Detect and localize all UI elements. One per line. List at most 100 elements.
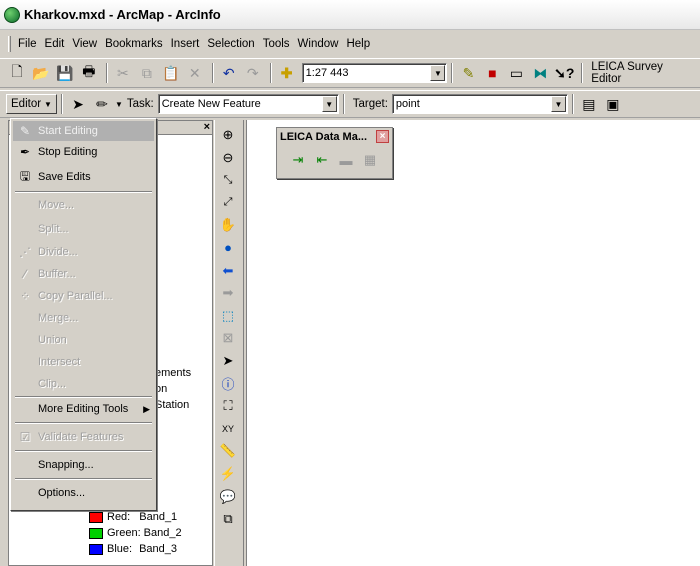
toolbar-separator [342,94,345,114]
arctoolbox-icon[interactable]: ■ [481,62,503,84]
stop-edit-icon: ✒ [19,145,31,159]
menu-item-stop-editing[interactable]: ✒ Stop Editing [13,142,154,162]
chevron-down-icon[interactable]: ▼ [550,96,566,112]
print-icon[interactable]: 🖶 [78,62,100,84]
leica-window-titlebar[interactable]: LEICA Data Ma... × [277,128,392,145]
menu-view[interactable]: View [68,36,101,52]
toolbar-separator [60,94,63,114]
edit-tool-arrow-icon[interactable]: ➤ [67,93,89,115]
menu-bookmarks[interactable]: Bookmarks [101,36,167,52]
menu-item-merge[interactable]: Merge... [13,308,154,328]
measure-icon[interactable]: 📏 [217,440,239,462]
menu-item-options[interactable]: Options... [13,483,154,503]
task-combo[interactable]: Create New Feature ▼ [157,94,339,114]
whats-this-icon[interactable]: ➘? [553,62,575,84]
zoom-out-icon[interactable]: ⊖ [217,147,239,169]
menu-item-buffer[interactable]: ⁄ Buffer... [13,264,154,284]
editor-dropdown-menu: ✎ Start Editing ✒ Stop Editing 🖫 Save Ed… [10,118,157,511]
editor-menu-button[interactable]: Editor ▼ [6,94,57,114]
menu-selection[interactable]: Selection [203,36,258,52]
zoom-in-icon[interactable]: ⊕ [217,124,239,146]
sketch-tool-pencil-icon[interactable]: ✏ [91,93,113,115]
disabled-tool-icon[interactable]: ▦ [359,149,381,171]
chevron-down-icon[interactable]: ▼ [115,100,123,109]
menu-insert[interactable]: Insert [167,36,204,52]
paste-icon[interactable]: 📋 [160,62,182,84]
menu-item-union[interactable]: Union [13,330,154,350]
select-features-icon[interactable]: ⬚ [217,305,239,327]
title-bar: Kharkov.mxd - ArcMap - ArcInfo [0,0,700,30]
select-elements-icon[interactable]: ➤ [217,350,239,372]
new-document-icon[interactable]: 🗋 [6,62,28,84]
menu-bar: File Edit View Bookmarks Insert Selectio… [0,33,700,55]
hyperlink-icon[interactable]: ⚡ [217,463,239,485]
sketch-properties-icon[interactable]: ▣ [602,93,624,115]
go-to-xy-icon[interactable]: XY [217,418,239,440]
menubar-grip[interactable] [8,36,11,52]
redo-icon[interactable]: ↷ [242,62,264,84]
menu-item-save-edits[interactable]: 🖫 Save Edits [13,167,154,187]
fixed-zoom-out-icon[interactable]: ⤢ [217,192,239,214]
menu-item-move[interactable]: Move... [13,195,154,215]
attributes-icon[interactable]: ▤ [578,93,600,115]
legend-row-blue: Blue: Band_3 [89,543,177,555]
menu-item-snapping[interactable]: Snapping... [13,455,154,475]
command-line-icon[interactable]: ▭ [505,62,527,84]
toc-layer-text[interactable]: ements [155,367,191,379]
leica-survey-editor-label[interactable]: LEICA Survey Editor [591,61,696,85]
import-icon[interactable]: ⇥ [287,149,309,171]
map-scale-combo[interactable]: 1:27 443 ▼ [301,63,448,83]
chevron-down-icon[interactable]: ▼ [321,96,337,112]
menu-help[interactable]: Help [342,36,374,52]
toc-layer-text[interactable]: Station [155,399,189,411]
cut-icon[interactable]: ✂ [112,62,134,84]
menu-item-start-editing[interactable]: ✎ Start Editing [13,121,154,141]
editor-toolbar-icon[interactable]: ✎ [457,62,479,84]
legend-row-red: Red: Band_1 [89,511,177,523]
close-icon[interactable]: × [204,121,210,133]
clear-selection-icon[interactable]: ⊠ [217,327,239,349]
menu-item-validate-features[interactable]: ☑ Validate Features [13,427,154,447]
menu-separator [15,396,152,398]
export-icon[interactable]: ⇤ [311,149,333,171]
html-popup-icon[interactable]: 💬 [217,486,239,508]
undo-icon[interactable]: ↶ [218,62,240,84]
pan-hand-icon[interactable]: ✋ [217,214,239,236]
add-data-icon[interactable]: ✚ [276,62,298,84]
menu-tools[interactable]: Tools [259,36,294,52]
menu-file[interactable]: File [14,36,41,52]
menu-separator [15,422,152,424]
save-icon[interactable]: 💾 [54,62,76,84]
model-builder-icon[interactable]: ⧓ [529,62,551,84]
fixed-zoom-in-icon[interactable]: ⤡ [217,169,239,191]
forward-extent-icon[interactable]: ➡ [217,282,239,304]
create-viewer-window-icon[interactable]: ⧉ [217,508,239,530]
identify-icon[interactable]: ⓘ [217,373,239,395]
disabled-tool-icon[interactable]: ▬ [335,149,357,171]
toolbar-separator [211,63,214,83]
close-icon[interactable]: × [376,130,389,143]
target-label: Target: [352,98,388,110]
open-folder-icon[interactable]: 📂 [30,62,52,84]
leica-window-title: LEICA Data Ma... [280,130,367,143]
toolbar-separator [571,94,574,114]
pencil-icon: ✎ [19,124,31,138]
menu-separator [15,450,152,452]
menu-item-split[interactable]: Split... [13,219,154,239]
target-combo[interactable]: point ▼ [391,94,568,114]
find-binoculars-icon[interactable]: ⛶ [217,395,239,417]
menu-item-copy-parallel[interactable]: ⁘ Copy Parallel... [13,286,154,306]
menu-item-intersect[interactable]: Intersect [13,352,154,372]
toolbar-separator [451,63,454,83]
full-extent-globe-icon[interactable]: ● [217,237,239,259]
map-display[interactable] [246,120,700,566]
menu-item-divide[interactable]: ⋰ Divide... [13,242,154,262]
menu-edit[interactable]: Edit [41,36,69,52]
menu-item-more-editing-tools[interactable]: More Editing Tools ▶ [13,399,154,419]
menu-item-clip[interactable]: Clip... [13,374,154,394]
chevron-down-icon[interactable]: ▼ [430,65,446,81]
menu-window[interactable]: Window [294,36,343,52]
delete-icon[interactable]: ✕ [184,62,206,84]
back-extent-icon[interactable]: ⬅ [217,260,239,282]
copy-icon[interactable]: ⧉ [136,62,158,84]
